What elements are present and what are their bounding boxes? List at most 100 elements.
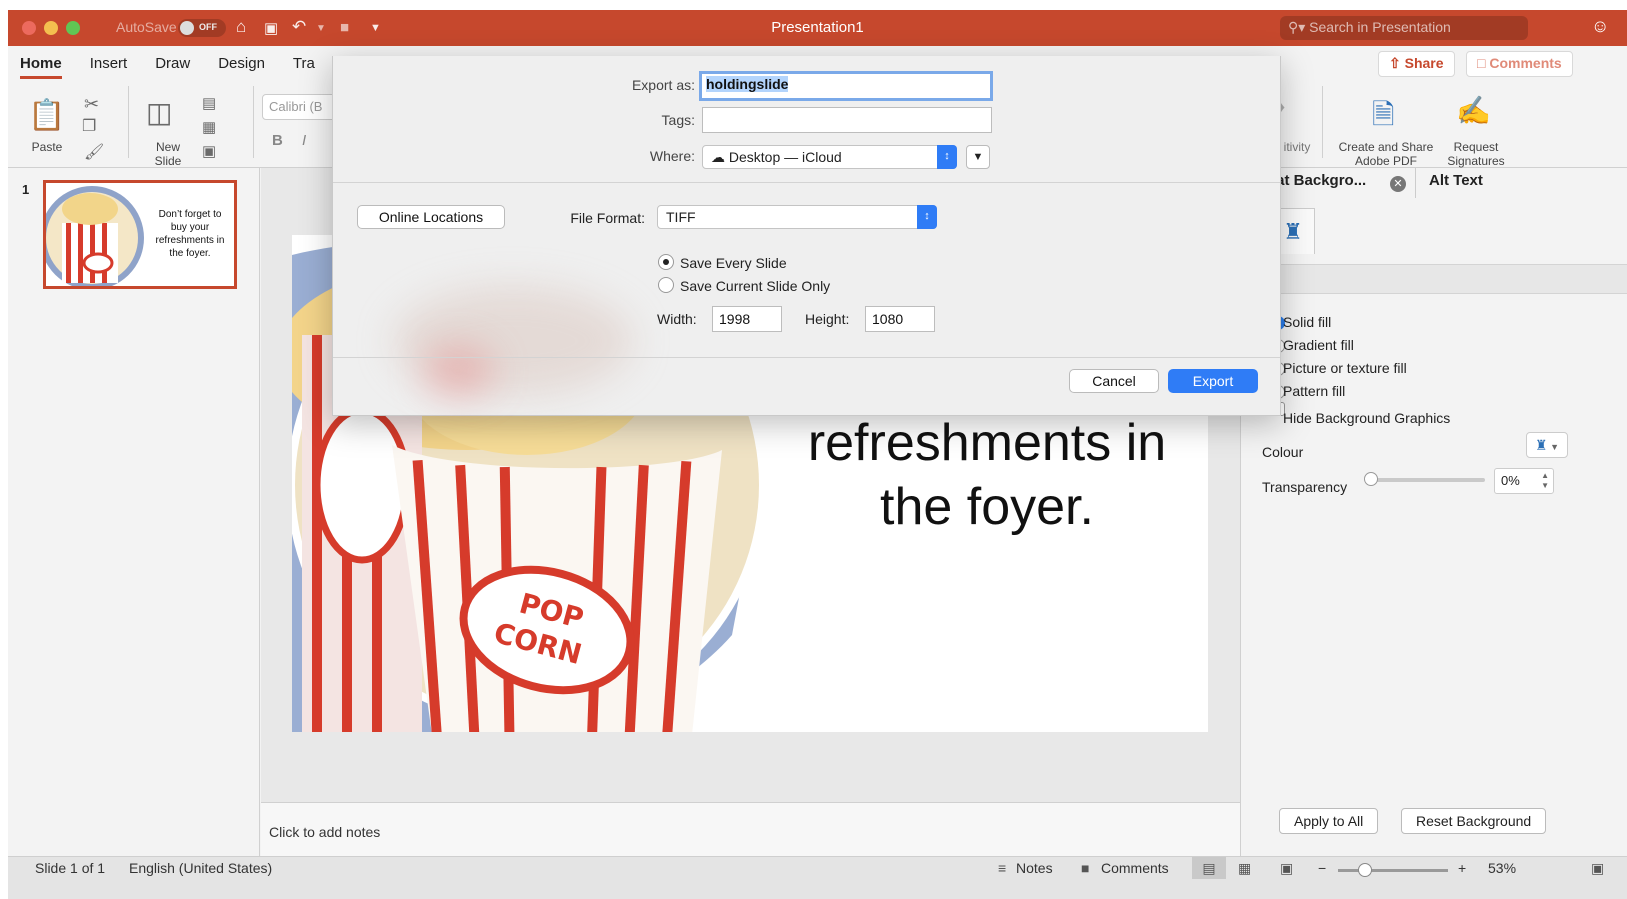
copy-icon[interactable]: ❐ [82, 116, 96, 136]
transparency-slider-handle[interactable] [1364, 472, 1378, 486]
comment-icon: □ [1477, 55, 1490, 71]
width-input[interactable]: 1998 [712, 306, 782, 332]
chevron-down-icon: ▼ [1547, 442, 1559, 452]
tab-insert[interactable]: Insert [90, 55, 128, 79]
paste-icon[interactable]: 📋 [28, 98, 65, 133]
file-format-label: File Format: [570, 210, 645, 226]
comments-toggle[interactable]: Comments [1101, 860, 1169, 876]
save-current-slide-radio[interactable] [658, 277, 674, 293]
cut-icon[interactable]: ✂ [84, 94, 99, 115]
height-input[interactable]: 1080 [865, 306, 935, 332]
where-select[interactable]: ☁ Desktop — iCloud ↕ [702, 145, 957, 169]
new-slide-label: New Slide [154, 140, 182, 168]
where-label: Where: [649, 148, 695, 164]
file-format-value: TIFF [666, 209, 696, 225]
notes-icon[interactable]: ≡ [998, 860, 1006, 876]
status-bar: Slide 1 of 1 English (United States) ≡ N… [8, 856, 1627, 899]
colour-label: Colour [1262, 444, 1304, 460]
file-format-select[interactable]: TIFF ↕ [657, 205, 937, 229]
powerpoint-window: AutoSave OFF ⌂ ▣ ↶ ▼ ■ ▼ Presentation1 ⚲… [8, 10, 1627, 899]
stepper-icon[interactable]: ▲ ▼ [1541, 471, 1549, 491]
save-every-slide-radio[interactable] [658, 254, 674, 270]
picture-fill-label[interactable]: Picture or texture fill [1283, 360, 1407, 376]
language-indicator[interactable]: English (United States) [129, 860, 272, 876]
layout-icon[interactable]: ▤ [202, 94, 216, 112]
notes-toggle[interactable]: Notes [1016, 860, 1053, 876]
slide-number: 1 [22, 182, 30, 197]
search-placeholder: Search in Presentation [1309, 19, 1451, 35]
export-dialog: Export as: holdingslide Tags: Where: ☁ D… [332, 56, 1281, 416]
select-arrows-icon: ↕ [917, 205, 937, 229]
ribbon-separator [128, 86, 129, 158]
bold-button[interactable]: B [272, 132, 283, 149]
thumbnail-text: Don’t forget to buy your refreshments in… [155, 209, 225, 259]
search-box[interactable]: ⚲▾ Search in Presentation [1280, 16, 1528, 40]
reset-background-button[interactable]: Reset Background [1401, 808, 1547, 834]
pattern-fill-label[interactable]: Pattern fill [1283, 383, 1345, 399]
fit-to-window-icon[interactable]: ▣ [1591, 860, 1604, 877]
select-arrows-icon: ↕ [937, 145, 957, 169]
create-pdf-icon[interactable]: 🗎 [1372, 94, 1395, 142]
dialog-backdrop-blur-red [423, 346, 493, 396]
save-current-slide-label[interactable]: Save Current Slide Only [680, 278, 830, 294]
export-button[interactable]: Export [1168, 369, 1258, 393]
notes-placeholder[interactable]: Click to add notes [269, 824, 380, 840]
notes-pane[interactable]: Click to add notes [261, 802, 1240, 856]
transparency-label: Transparency [1262, 479, 1348, 495]
format-painter-icon[interactable]: 🖌 [84, 142, 104, 162]
italic-button[interactable]: I [302, 132, 306, 149]
transparency-value: 0% [1501, 473, 1520, 488]
expand-dialog-chevron-icon[interactable]: ▼ [966, 145, 990, 169]
comments-button[interactable]: □ Comments [1466, 51, 1573, 77]
request-signatures-label[interactable]: Request Signatures [1440, 140, 1512, 168]
online-locations-button[interactable]: Online Locations [357, 205, 505, 229]
cloud-icon: ☁ [711, 149, 729, 165]
zoom-out-icon[interactable]: − [1318, 860, 1326, 876]
tab-draw[interactable]: Draw [155, 55, 190, 79]
apply-to-all-button[interactable]: Apply to All [1279, 808, 1379, 834]
tags-input[interactable] [702, 107, 992, 133]
tags-label: Tags: [661, 112, 695, 128]
zoom-in-icon[interactable]: + [1458, 860, 1466, 876]
fill-section-header[interactable]: ill [1241, 264, 1627, 294]
solid-fill-label[interactable]: Solid fill [1283, 314, 1331, 330]
export-as-input[interactable]: holdingslide [699, 71, 993, 101]
transparency-slider-track[interactable] [1367, 478, 1485, 482]
new-slide-icon[interactable]: ◫ [146, 96, 172, 129]
hide-background-graphics-label[interactable]: Hide Background Graphics [1283, 410, 1450, 426]
close-pane-icon[interactable]: ✕ [1390, 176, 1406, 192]
slide-sorter-icon[interactable]: ▦ [1238, 860, 1251, 877]
zoom-level[interactable]: 53% [1488, 860, 1516, 876]
ribbon-separator [253, 86, 254, 158]
colour-picker-button[interactable]: ♜ ▼ [1526, 432, 1568, 458]
transparency-input[interactable]: 0% ▲ ▼ [1494, 468, 1554, 494]
presenter-view-icon[interactable]: ▣ [1280, 860, 1293, 877]
tab-separator [1415, 168, 1416, 198]
save-every-slide-label[interactable]: Save Every Slide [680, 255, 787, 271]
paint-bucket-icon: ♜ [1535, 437, 1548, 453]
export-as-label: Export as: [631, 77, 695, 93]
share-button[interactable]: ⇧ Share [1378, 51, 1455, 77]
slide-thumbnail[interactable]: Don’t forget to buy your refreshments in… [43, 180, 237, 289]
ribbon-separator [1322, 86, 1323, 158]
width-label: Width: [657, 311, 697, 327]
zoom-slider-track[interactable] [1338, 869, 1448, 872]
comments-icon[interactable]: ■ [1081, 860, 1089, 876]
feedback-smiley-icon[interactable]: ☺ [1591, 16, 1609, 37]
zoom-slider-handle[interactable] [1358, 863, 1372, 877]
reset-icon[interactable]: ▦ [202, 118, 216, 136]
signature-icon[interactable]: ✍ [1456, 94, 1491, 127]
gradient-fill-label[interactable]: Gradient fill [1283, 337, 1354, 353]
section-icon[interactable]: ▣ [202, 142, 216, 160]
cancel-button[interactable]: Cancel [1069, 369, 1159, 393]
tab-transitions[interactable]: Tra [293, 55, 315, 79]
popcorn-thumbnail-image [46, 186, 144, 286]
height-label: Height: [805, 311, 850, 327]
tab-design[interactable]: Design [218, 55, 265, 79]
tab-home[interactable]: Home [20, 55, 62, 79]
alt-text-tab[interactable]: Alt Text [1429, 172, 1483, 189]
font-name-field[interactable]: Calibri (B [262, 94, 342, 120]
create-share-pdf-label[interactable]: Create and Share Adobe PDF [1330, 140, 1442, 168]
ribbon-tabs: Home Insert Draw Design Tra [20, 55, 315, 79]
normal-view-icon[interactable]: ▤ [1192, 857, 1226, 879]
